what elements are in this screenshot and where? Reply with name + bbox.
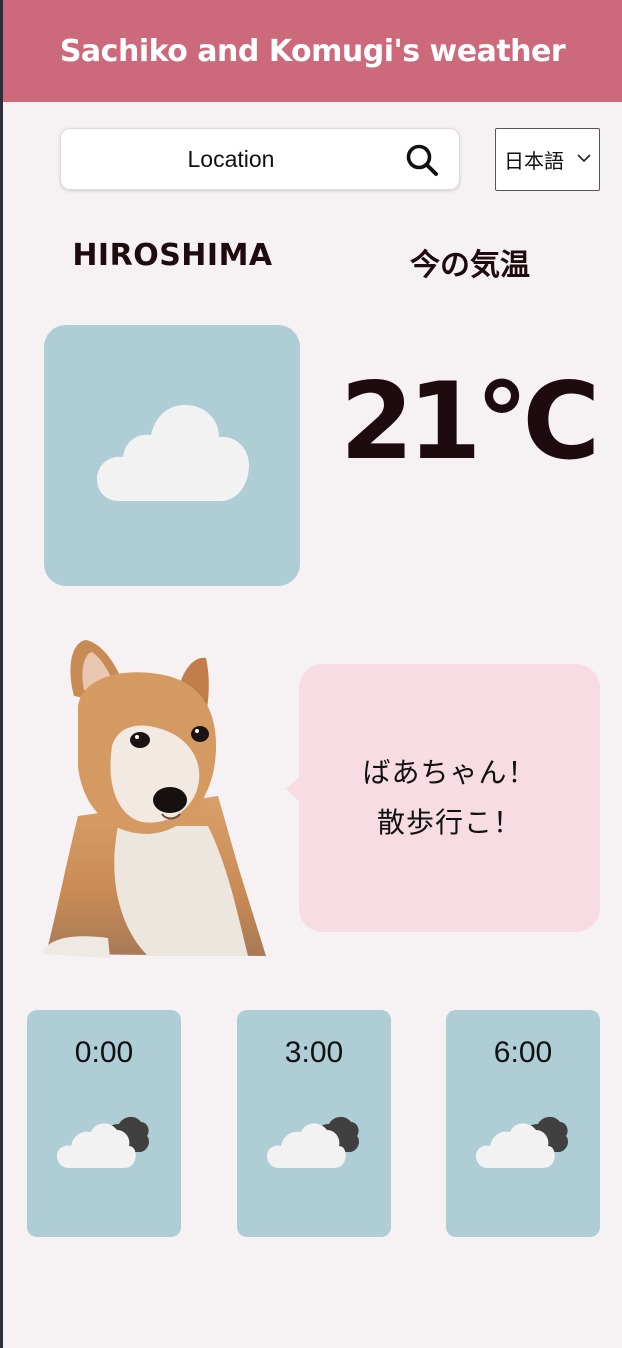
current-temp-label: 今の気温 [410, 248, 530, 283]
chevron-down-icon [577, 154, 591, 163]
speech-bubble: ばあちゃん！ 散歩行こ！ [286, 664, 600, 932]
window-edge [0, 0, 3, 1348]
app-title: Sachiko and Komugi's weather [59, 33, 566, 69]
forecast-card: 3:00 [237, 1010, 391, 1237]
app-header: Sachiko and Komugi's weather [3, 0, 622, 102]
search-box [60, 128, 460, 190]
companion-message: ばあちゃん！ 散歩行こ！ [362, 756, 537, 839]
forecast-card: 6:00 [446, 1010, 600, 1237]
location-search-input[interactable] [61, 129, 401, 189]
cloudy-icon [57, 1116, 149, 1168]
forecast-time: 6:00 [493, 1036, 553, 1069]
search-icon[interactable] [405, 143, 439, 177]
cloudy-icon [476, 1116, 568, 1168]
forecast-time: 3:00 [284, 1036, 344, 1069]
language-select[interactable]: 日本語 [495, 128, 600, 191]
forecast-card: 0:00 [27, 1010, 181, 1237]
language-selected-value: 日本語 [504, 149, 564, 173]
current-temperature: 21°C [340, 360, 600, 483]
cloud-icon [97, 405, 249, 501]
city-name: HIROSHIMA [72, 238, 273, 273]
forecast-time: 0:00 [74, 1036, 134, 1069]
current-weather-card [44, 325, 300, 586]
shiba-dog-image [42, 640, 266, 958]
cloudy-icon [267, 1116, 359, 1168]
